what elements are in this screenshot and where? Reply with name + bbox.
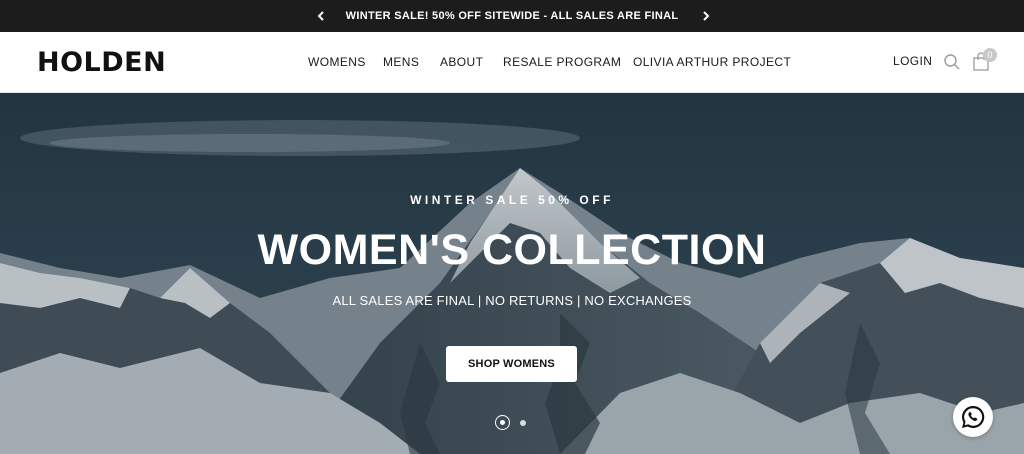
announcement-bar: WINTER SALE! 50% OFF SITEWIDE - ALL SALE… <box>0 0 1024 32</box>
nav-item-resale-program[interactable]: RESALE PROGRAM <box>503 55 621 69</box>
whatsapp-icon <box>962 405 985 428</box>
chevron-left-icon <box>317 11 324 21</box>
announcement-next-button[interactable] <box>694 0 718 32</box>
whatsapp-chat-button[interactable] <box>953 397 993 437</box>
nav-item-about[interactable]: ABOUT <box>440 55 483 69</box>
search-icon[interactable] <box>943 53 961 71</box>
chevron-right-icon <box>703 11 710 21</box>
cart-count-badge: 0 <box>983 48 997 62</box>
hero-slideshow: WINTER SALE 50% OFF WOMEN'S COLLECTION A… <box>0 93 1024 454</box>
slide-pagination <box>0 415 1024 431</box>
slide-dot-2[interactable] <box>520 420 526 426</box>
hero-title: WOMEN'S COLLECTION <box>257 226 767 274</box>
shop-womens-button[interactable]: SHOP WOMENS <box>446 346 577 382</box>
hero-eyebrow: WINTER SALE 50% OFF <box>410 193 614 207</box>
hero-subtitle: ALL SALES ARE FINAL | NO RETURNS | NO EX… <box>332 293 692 308</box>
announcement-prev-button[interactable] <box>309 0 333 32</box>
nav-item-mens[interactable]: MENS <box>383 55 419 69</box>
announcement-message: WINTER SALE! 50% OFF SITEWIDE - ALL SALE… <box>345 10 679 22</box>
slide-dot-1-active[interactable] <box>495 415 510 430</box>
login-link[interactable]: LOGIN <box>893 54 932 68</box>
nav-item-womens[interactable]: WOMENS <box>308 55 366 69</box>
nav-item-olivia-arthur-project[interactable]: OLIVIA ARTHUR PROJECT <box>633 55 791 69</box>
site-header: HOLDEN WOMENS MENS ABOUT RESALE PROGRAM … <box>0 32 1024 93</box>
main-nav: WOMENS MENS ABOUT RESALE PROGRAM OLIVIA … <box>0 32 1024 93</box>
